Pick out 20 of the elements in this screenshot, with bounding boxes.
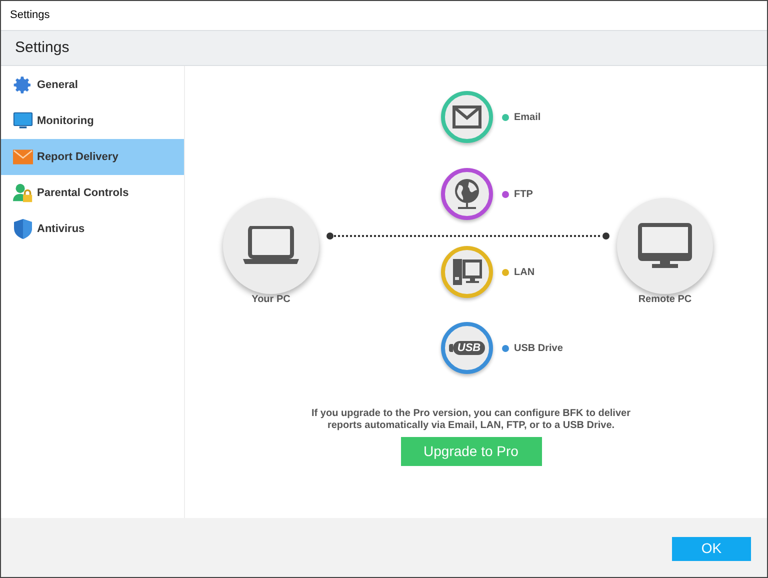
shield-icon — [14, 219, 32, 239]
envelope-icon — [13, 149, 33, 165]
method-label: FTP — [514, 188, 533, 202]
page-title: Settings — [15, 38, 70, 58]
monitor-icon — [13, 111, 33, 131]
node-label: Your PC — [250, 293, 292, 307]
globe-icon — [453, 178, 481, 210]
gear-icon — [13, 75, 33, 95]
upgrade-message: If you upgrade to the Pro version, you can configure BFK to deliver reports automatically via Email, LAN, FTP, or to a USB Drive. — [310, 408, 632, 432]
computer-icon — [452, 257, 482, 287]
monitor-icon — [638, 223, 692, 269]
user-lock-icon — [13, 182, 33, 204]
node-label: Remote PC — [637, 293, 693, 307]
method-label: USB Drive — [514, 342, 563, 356]
method-label: Email — [514, 110, 541, 124]
window-title: Settings — [10, 8, 50, 24]
method-label: LAN — [514, 266, 535, 280]
laptop-icon — [243, 226, 299, 266]
envelope-icon — [452, 105, 482, 129]
sidebar-item[interactable]: Report Delivery — [1, 139, 184, 175]
